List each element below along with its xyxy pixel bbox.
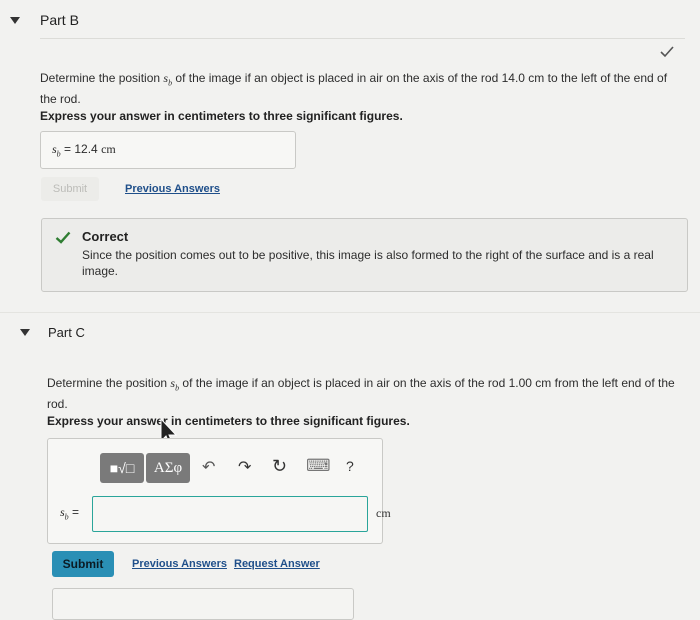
answer-expression: sb = 12.4 cm xyxy=(52,142,116,158)
part-b-feedback-box: Correct Since the position comes out to … xyxy=(41,218,688,292)
part-c-submit-button[interactable]: Submit xyxy=(52,551,114,577)
part-c-instruction: Express your answer in centimeters to th… xyxy=(47,414,410,428)
equals-sign: = xyxy=(68,505,80,519)
request-answer-link[interactable]: Request Answer xyxy=(234,558,320,570)
part-b-previous-answers-link[interactable]: Previous Answers xyxy=(125,183,220,195)
field-label: sb = xyxy=(60,505,79,521)
part-c-question: Determine the position sb of the image i… xyxy=(47,375,677,412)
divider xyxy=(40,38,685,39)
collapse-part-b-icon[interactable] xyxy=(10,17,20,24)
part-b-title: Part B xyxy=(40,12,79,28)
part-b-instruction: Express your answer in centimeters to th… xyxy=(40,109,403,123)
help-icon[interactable]: ? xyxy=(346,458,354,474)
answer-value: 12.4 xyxy=(74,142,98,156)
feedback-title: Correct xyxy=(82,229,129,244)
answer-input-field[interactable] xyxy=(92,496,368,532)
redo-icon[interactable]: ↷ xyxy=(238,457,251,477)
part-c-answer-editor: ■√□ ΑΣφ ↶ ↷ ↻ ⌨ ? sb = cm xyxy=(47,438,391,544)
part-b-answer-display: sb = 12.4 cm xyxy=(40,131,296,169)
completed-check-icon xyxy=(660,46,674,58)
reset-icon[interactable]: ↻ xyxy=(272,456,287,477)
part-b-question: Determine the position sb of the image i… xyxy=(40,70,680,107)
equals-sign: = xyxy=(60,142,75,156)
next-feedback-box xyxy=(52,588,354,620)
unit-label: cm xyxy=(376,506,391,520)
divider xyxy=(0,312,700,313)
collapse-part-c-icon[interactable] xyxy=(20,329,30,336)
part-b-submit-button[interactable]: Submit xyxy=(41,177,99,201)
answer-unit: cm xyxy=(101,142,116,156)
question-text-start: Determine the position xyxy=(47,376,171,390)
part-c-previous-answers-link[interactable]: Previous Answers xyxy=(132,558,227,570)
symbols-button[interactable]: ΑΣφ xyxy=(146,453,190,483)
part-c-title: Part C xyxy=(48,325,85,340)
question-text-start: Determine the position xyxy=(40,71,164,85)
feedback-text: Since the position comes out to be posit… xyxy=(82,248,654,278)
keyboard-icon[interactable]: ⌨ xyxy=(306,456,331,476)
undo-icon[interactable]: ↶ xyxy=(202,457,215,477)
templates-button[interactable]: ■√□ xyxy=(100,453,144,483)
correct-check-icon xyxy=(55,231,71,244)
